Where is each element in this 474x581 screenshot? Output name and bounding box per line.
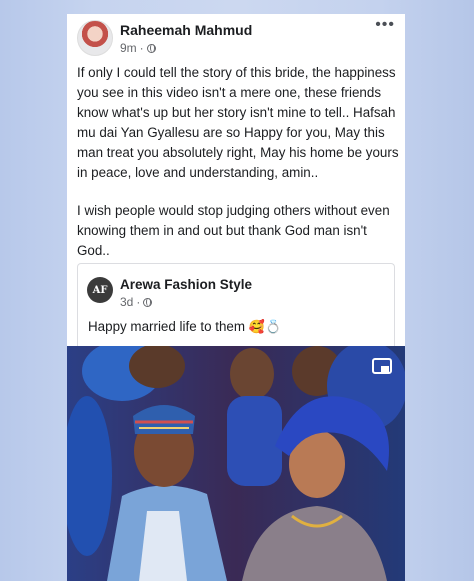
emoji-icons: 🥰💍 [248,319,282,334]
video-frame [67,346,405,581]
post-meta: 9m · [120,41,156,55]
shared-post-text: Happy married life to them 🥰💍 [88,319,281,335]
shared-post[interactable]: AF Arewa Fashion Style 3d · Happy marrie… [77,263,395,359]
post-header: Raheemah Mahmud 9m · ••• [67,14,405,64]
shared-post-meta: 3d · [120,295,153,309]
author-avatar[interactable] [77,20,113,56]
post-card: Raheemah Mahmud 9m · ••• If only I could… [67,14,405,581]
globe-icon [143,297,153,307]
shared-post-time[interactable]: 3d [120,295,133,309]
shared-post-caption: Happy married life to them [88,319,246,334]
post-body: If only I could tell the story of this b… [77,63,399,261]
post-time[interactable]: 9m [120,41,137,55]
meta-separator: · [136,295,141,309]
more-options-icon[interactable]: ••• [375,16,395,34]
shared-author-name[interactable]: Arewa Fashion Style [120,277,252,292]
author-name[interactable]: Raheemah Mahmud [120,22,252,38]
post-paragraph: I wish people would stop judging others … [77,203,390,258]
globe-icon [146,43,156,53]
meta-separator: · [139,41,144,55]
shared-author-avatar[interactable]: AF [87,277,113,303]
post-paragraph: If only I could tell the story of this b… [77,65,399,180]
picture-in-picture-icon[interactable] [371,356,393,378]
video-media[interactable] [67,346,405,581]
